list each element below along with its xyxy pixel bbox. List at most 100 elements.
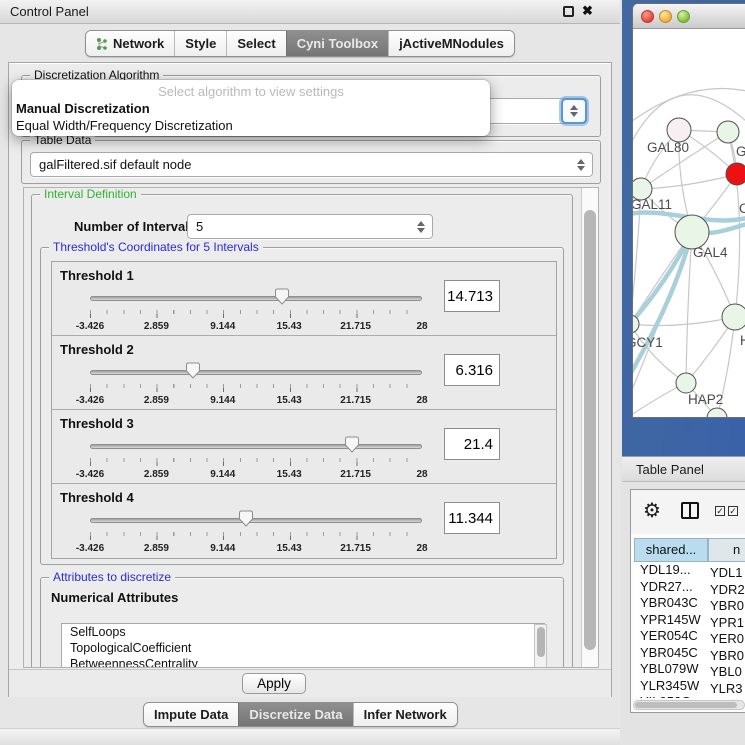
vertical-scrollbar[interactable] <box>581 188 598 667</box>
network-node[interactable] <box>722 304 745 330</box>
split-columns-icon[interactable] <box>681 502 699 519</box>
attributes-list-scrollbar[interactable] <box>534 624 547 667</box>
thresholds-group-title: Threshold's Coordinates for 5 Intervals <box>49 240 263 255</box>
slider-track[interactable] <box>90 518 422 523</box>
network-node[interactable] <box>667 118 691 142</box>
slider-tick-labels: -3.4262.8599.14415.4321.71528 <box>90 469 422 481</box>
tab-impute-data[interactable]: Impute Data <box>144 703 238 726</box>
threshold-row: Threshold 2 -3.4262.8599.14415.4321.7152… <box>52 336 556 410</box>
table-row[interactable]: YDL19...YDL1 <box>634 562 745 579</box>
network-node[interactable] <box>726 163 745 185</box>
slider-handle[interactable] <box>185 362 200 379</box>
checkbox-icon[interactable]: ✓ <box>728 506 738 516</box>
slider-handle[interactable] <box>239 510 254 527</box>
slider-track[interactable] <box>90 370 422 375</box>
tab-discretize-data[interactable]: Discretize Data <box>238 703 352 726</box>
table-header-row: shared... n <box>631 538 745 562</box>
threshold-slider[interactable]: -3.4262.8599.14415.4321.71528 <box>90 288 422 334</box>
tab-network[interactable]: Network <box>86 31 174 56</box>
scrollbar-thumb[interactable] <box>584 210 596 650</box>
number-of-intervals-combobox[interactable]: 5 <box>187 214 433 239</box>
control-panel-titlebar: Control Panel ✖ <box>0 0 620 24</box>
threshold-row: Threshold 4 -3.4262.8599.14415.4321.7152… <box>52 484 556 558</box>
combobox-spinner-button[interactable] <box>561 98 587 124</box>
network-node[interactable] <box>676 373 696 393</box>
table-panel: ⚙ ✓ ✓ shared... n YDL19...YDL1 YDR27...Y… <box>630 489 745 713</box>
threshold-label: Threshold 1 <box>60 268 134 283</box>
threshold-value-field[interactable] <box>444 354 500 386</box>
threshold-slider[interactable]: -3.4262.8599.14415.4321.71528 <box>90 510 422 556</box>
network-window-titlebar[interactable] <box>633 4 745 29</box>
slider-minor-ticks <box>90 532 423 536</box>
scrollbar-thumb[interactable] <box>537 627 545 657</box>
threshold-label: Threshold 3 <box>60 416 134 431</box>
threshold-value-field[interactable] <box>444 280 500 312</box>
interval-definition-title: Interval Definition <box>40 188 141 202</box>
tab-select[interactable]: Select <box>226 31 285 56</box>
tab-cyni-toolbox[interactable]: Cyni Toolbox <box>286 31 388 56</box>
threshold-label: Threshold 4 <box>60 490 134 505</box>
gear-icon[interactable]: ⚙ <box>643 498 661 523</box>
threshold-slider[interactable]: -3.4262.8599.14415.4321.71528 <box>90 436 422 482</box>
close-icon[interactable]: ✖ <box>582 3 593 19</box>
network-node-label: GAL11 <box>633 197 672 212</box>
table-data-combobox[interactable]: galFiltered.sif default node <box>30 152 593 177</box>
attribute-list-item[interactable]: SelfLoops <box>62 624 544 640</box>
network-node-label: GAL80 <box>647 140 689 155</box>
table-row[interactable]: YBL079WYBL0 <box>634 661 745 678</box>
slider-track[interactable] <box>90 296 422 301</box>
network-canvas[interactable]: GAL80GAGAL11CGAL4GCY1HHAP2 <box>633 29 745 417</box>
attribute-list-item[interactable]: BetweennessCentrality <box>62 656 544 667</box>
threshold-value-field[interactable] <box>444 502 500 534</box>
table-row[interactable]: YER054CYER0 <box>634 628 745 645</box>
horizontal-scrollbar[interactable] <box>633 700 745 710</box>
network-node-label: GA <box>736 144 745 159</box>
network-node[interactable] <box>675 215 709 249</box>
zoom-traffic-light-icon[interactable] <box>677 10 690 23</box>
table-row[interactable]: YLR345WYLR3 <box>634 678 745 695</box>
table-row[interactable]: YIL052CYIL0 <box>634 694 745 698</box>
slider-minor-ticks <box>90 458 423 462</box>
table-row[interactable]: YBR043CYBR0 <box>634 595 745 612</box>
checkbox-icon[interactable]: ✓ <box>715 506 725 516</box>
thresholds-group: Threshold's Coordinates for 5 Intervals … <box>40 247 564 565</box>
thresholds-box: Threshold 1 -3.4262.8599.14415.4321.7152… <box>51 261 557 559</box>
slider-track[interactable] <box>90 444 422 449</box>
cyni-bottom-tabbar: Impute Data Discretize Data Infer Networ… <box>143 702 458 727</box>
tab-network-label: Network <box>113 36 164 51</box>
attribute-list-item[interactable]: TopologicalCoefficient <box>62 640 544 656</box>
table-row[interactable]: YPR145WYPR1 <box>634 612 745 629</box>
spinner-arrows-icon <box>570 105 578 117</box>
settings-viewport: Interval Definition Number of Intervals … <box>24 188 582 667</box>
threshold-slider[interactable]: -3.4262.8599.14415.4321.71528 <box>90 362 422 408</box>
float-window-icon[interactable] <box>563 6 574 17</box>
dropdown-item-manual-discretization[interactable]: Manual Discretization <box>16 101 150 116</box>
network-edge <box>641 174 737 189</box>
tab-style[interactable]: Style <box>174 31 226 56</box>
threshold-value-field[interactable] <box>444 428 500 460</box>
column-header-shared-name[interactable]: shared... <box>634 538 708 562</box>
table-row[interactable]: YBR045CYBR0 <box>634 645 745 662</box>
tab-jactivemnodules[interactable]: jActiveMNodules <box>388 31 514 56</box>
network-node[interactable] <box>717 121 739 143</box>
network-edge <box>633 88 745 124</box>
column-header-name[interactable]: n <box>708 538 745 562</box>
dropdown-item-equal-width-frequency[interactable]: Equal Width/Frequency Discretization <box>16 118 233 133</box>
apply-row: Apply <box>9 669 611 697</box>
network-view-window: GAL80GAGAL11CGAL4GCY1HHAP2 <box>632 3 745 418</box>
panel-title: Control Panel <box>10 4 89 19</box>
attributes-group: Attributes to discretize Numerical Attri… <box>40 577 564 667</box>
minimize-traffic-light-icon[interactable] <box>659 10 672 23</box>
tab-infer-network[interactable]: Infer Network <box>353 703 457 726</box>
table-panel-header: Table Panel <box>622 456 745 482</box>
table-row[interactable]: YDR27...YDR2 <box>634 579 745 596</box>
slider-handle[interactable] <box>274 288 289 305</box>
slider-handle[interactable] <box>345 436 360 453</box>
numerical-attributes-list[interactable]: SelfLoopsTopologicalCoefficientBetweenne… <box>61 623 545 667</box>
dropdown-placeholder-item[interactable]: Select algorithm to view settings <box>12 84 490 99</box>
apply-button[interactable]: Apply <box>242 673 306 694</box>
numerical-attributes-label: Numerical Attributes <box>51 590 178 605</box>
close-traffic-light-icon[interactable] <box>641 10 654 23</box>
scrollbar-thumb[interactable] <box>635 702 737 708</box>
algorithm-dropdown-popup: Select algorithm to view settings Manual… <box>12 80 490 136</box>
